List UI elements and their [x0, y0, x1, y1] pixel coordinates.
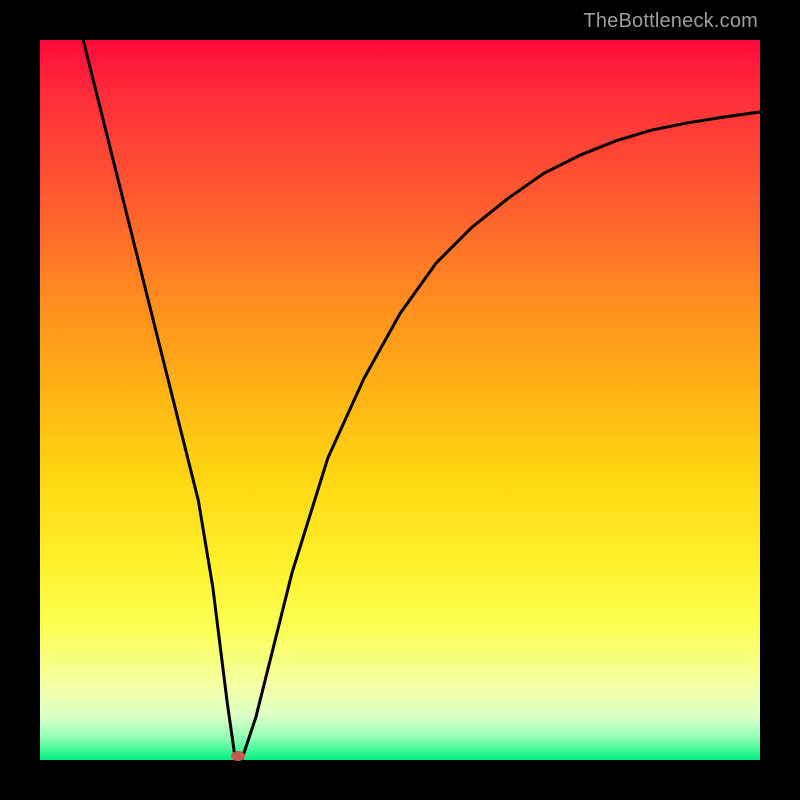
chart-frame: TheBottleneck.com — [0, 0, 800, 800]
watermark-text: TheBottleneck.com — [583, 10, 758, 33]
bottleneck-curve — [40, 40, 760, 760]
plot-area — [40, 40, 760, 760]
